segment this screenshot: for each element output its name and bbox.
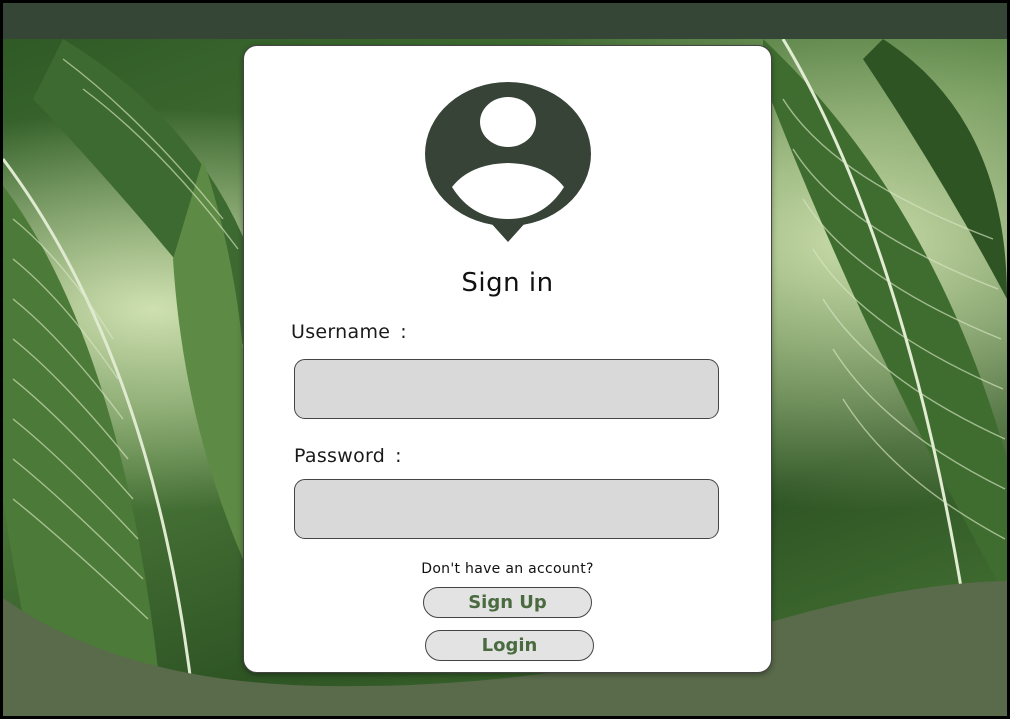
password-input[interactable] <box>294 479 719 539</box>
password-label-text: Password <box>294 445 386 467</box>
no-account-prompt: Don't have an account? <box>421 561 594 577</box>
user-location-pin-icon <box>425 82 591 242</box>
username-input[interactable] <box>294 359 719 419</box>
login-button[interactable]: Login <box>425 630 594 661</box>
username-label-colon: : <box>400 321 407 343</box>
password-label-colon: : <box>395 445 402 467</box>
top-bar <box>3 3 1007 39</box>
sign-up-button[interactable]: Sign Up <box>423 587 592 618</box>
password-label: Password: <box>294 445 402 467</box>
login-card: Sign in Username: Password: Don't have a… <box>243 45 772 673</box>
username-label: Username: <box>291 321 407 343</box>
page-title: Sign in <box>461 268 554 298</box>
username-label-text: Username <box>291 321 391 343</box>
app-frame: Sign in Username: Password: Don't have a… <box>3 3 1007 716</box>
